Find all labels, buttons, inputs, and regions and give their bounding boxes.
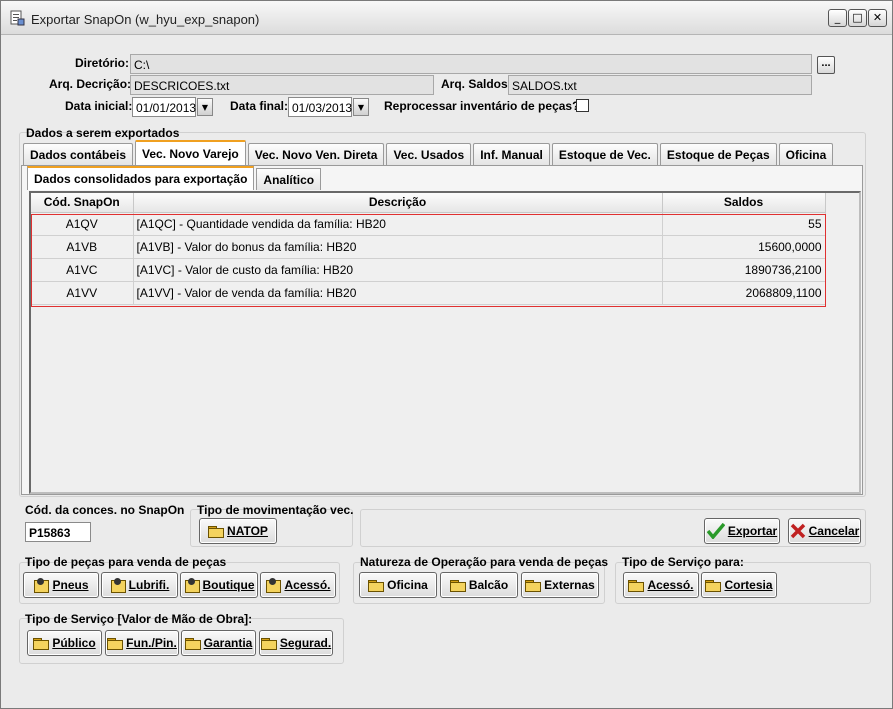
boutique-button[interactable]: Boutique	[180, 572, 258, 598]
arq-saldos-field[interactable]: SALDOS.txt	[508, 75, 812, 95]
data-final-label: Data final:	[230, 99, 289, 113]
data-inicial-dropdown-button[interactable]: ▼	[197, 98, 213, 116]
cell-cod: A1VB	[31, 235, 134, 259]
publico-button[interactable]: Público	[27, 630, 102, 656]
acesso-pecas-button[interactable]: Acessó.	[260, 572, 336, 598]
cell-cod: A1VV	[31, 281, 134, 305]
arq-saldos-label: Arq. Saldos:	[441, 77, 512, 91]
cancel-x-icon	[790, 523, 805, 539]
tipo-mov-label: Tipo de movimentação vec.	[197, 503, 354, 517]
table-row[interactable]: A1VV [A1VV] - Valor de venda da família:…	[31, 281, 826, 305]
table-row[interactable]: A1VB [A1VB] - Valor do bonus da família:…	[31, 235, 826, 259]
cell-cod: A1VC	[31, 258, 134, 282]
maximize-button[interactable]: □	[848, 9, 867, 27]
data-inicial-label: Data inicial:	[65, 99, 133, 113]
servico-mao-label: Tipo de Serviço [Valor de Mão de Obra]:	[25, 612, 253, 626]
natop-button[interactable]: NATOP	[199, 518, 277, 544]
pneus-button[interactable]: Pneus	[23, 572, 99, 598]
check-icon	[706, 523, 725, 539]
tab-dados-contabeis[interactable]: Dados contábeis	[23, 143, 134, 165]
browse-button[interactable]: ...	[817, 56, 835, 74]
folder-icon	[260, 637, 277, 650]
folder-icon	[525, 579, 542, 592]
app-window-icon	[10, 10, 25, 26]
folder-icon	[107, 637, 124, 650]
diretorio-label: Diretório:	[75, 56, 129, 70]
reprocessar-label: Reprocessar inventário de peças?	[384, 99, 580, 113]
table-header-row: Cód. SnapOn Descrição Saldos	[31, 193, 826, 213]
cod-conces-input[interactable]: P15863	[25, 522, 91, 542]
lubrifi-button[interactable]: Lubrifi.	[101, 572, 178, 598]
oficina-button[interactable]: Oficina	[359, 572, 437, 598]
export-snapon-window: Exportar SnapOn (w_hyu_exp_snapon) _ □ ✕…	[0, 0, 893, 709]
natureza-label: Natureza de Operação para venda de peças	[360, 555, 609, 569]
data-inicial-input[interactable]: 01/01/2013	[132, 97, 196, 117]
cell-descricao: [A1VB] - Valor do bonus da família: HB20	[133, 235, 663, 259]
externas-button[interactable]: Externas	[521, 572, 599, 598]
table-row[interactable]: A1VC [A1VC] - Valor de custo da família:…	[31, 258, 826, 282]
data-final-dropdown-button[interactable]: ▼	[353, 98, 369, 116]
main-tabs: Dados contábeis Vec. Novo Varejo Vec. No…	[23, 140, 835, 165]
segurad-button[interactable]: Segurad.	[259, 630, 333, 656]
tab-inf-manual[interactable]: Inf. Manual	[473, 143, 550, 165]
arq-decricao-field[interactable]: DESCRICOES.txt	[130, 75, 434, 95]
minimize-button[interactable]: _	[828, 9, 847, 27]
acesso-servico-button[interactable]: Acessó.	[623, 572, 699, 598]
folder-icon	[368, 579, 385, 592]
folder-icon	[33, 637, 50, 650]
tab-vec-novo-varejo[interactable]: Vec. Novo Varejo	[135, 140, 246, 165]
cell-descricao: [A1QC] - Quantidade vendida da família: …	[133, 212, 663, 236]
data-final-input[interactable]: 01/03/2013	[288, 97, 352, 117]
subtab-dados-consolidados[interactable]: Dados consolidados para exportação	[27, 166, 255, 190]
parts-icon	[265, 578, 282, 593]
cell-saldo: 1890736,2100	[662, 258, 826, 282]
cell-saldo: 2068809,1100	[662, 281, 826, 305]
col-header-cod[interactable]: Cód. SnapOn	[31, 193, 134, 213]
export-table: Cód. SnapOn Descrição Saldos A1QV [A1QC]…	[31, 193, 826, 305]
parts-icon	[184, 578, 200, 593]
cell-saldo: 55	[662, 212, 826, 236]
cell-descricao: [A1VV] - Valor de venda da família: HB20	[133, 281, 663, 305]
reprocessar-checkbox[interactable]	[576, 99, 589, 112]
garantia-button[interactable]: Garantia	[181, 630, 256, 656]
cell-descricao: [A1VC] - Valor de custo da família: HB20	[133, 258, 663, 282]
folder-icon	[628, 579, 645, 592]
folder-icon	[705, 579, 722, 592]
parts-icon	[110, 578, 126, 593]
cancelar-button[interactable]: Cancelar	[788, 518, 861, 544]
exportar-button[interactable]: Exportar	[704, 518, 780, 544]
window-title: Exportar SnapOn (w_hyu_exp_snapon)	[31, 12, 260, 27]
close-button[interactable]: ✕	[868, 9, 887, 27]
col-header-saldos[interactable]: Saldos	[662, 193, 826, 213]
cod-conces-label: Cód. da conces. no SnapOn	[25, 503, 185, 517]
table-row[interactable]: A1QV [A1QC] - Quantidade vendida da famí…	[31, 212, 826, 236]
tab-vec-novo-ven-direta[interactable]: Vec. Novo Ven. Direta	[247, 143, 385, 165]
folder-icon	[449, 579, 466, 592]
subtab-analitico[interactable]: Analítico	[256, 168, 322, 190]
fun-pin-button[interactable]: Fun./Pin.	[105, 630, 179, 656]
parts-icon	[33, 578, 50, 593]
folder-icon	[208, 525, 225, 538]
tab-estoque-de-pecas[interactable]: Estoque de Peças	[659, 143, 777, 165]
cell-saldo: 15600,0000	[662, 235, 826, 259]
data-grid[interactable]: Cód. SnapOn Descrição Saldos A1QV [A1QC]…	[29, 191, 861, 494]
tab-oficina[interactable]: Oficina	[778, 143, 834, 165]
col-header-descricao[interactable]: Descrição	[133, 193, 663, 213]
folder-icon	[184, 637, 201, 650]
diretorio-field[interactable]: C:\	[130, 54, 812, 74]
sub-tabs: Dados consolidados para exportação Analí…	[27, 166, 323, 190]
servico-para-label: Tipo de Serviço para:	[622, 555, 744, 569]
tab-vec-usados[interactable]: Vec. Usados	[386, 143, 472, 165]
export-section-title: Dados a serem exportados	[26, 126, 180, 140]
balcao-button[interactable]: Balcão	[440, 572, 518, 598]
cell-cod: A1QV	[31, 212, 134, 236]
pecas-label: Tipo de peças para venda de peças	[25, 555, 227, 569]
cortesia-button[interactable]: Cortesia	[701, 572, 777, 598]
title-bar[interactable]: Exportar SnapOn (w_hyu_exp_snapon) _ □ ✕	[1, 1, 892, 35]
tab-estoque-de-vec[interactable]: Estoque de Vec.	[551, 143, 658, 165]
arq-decricao-label: Arq. Decrição:	[49, 77, 132, 91]
